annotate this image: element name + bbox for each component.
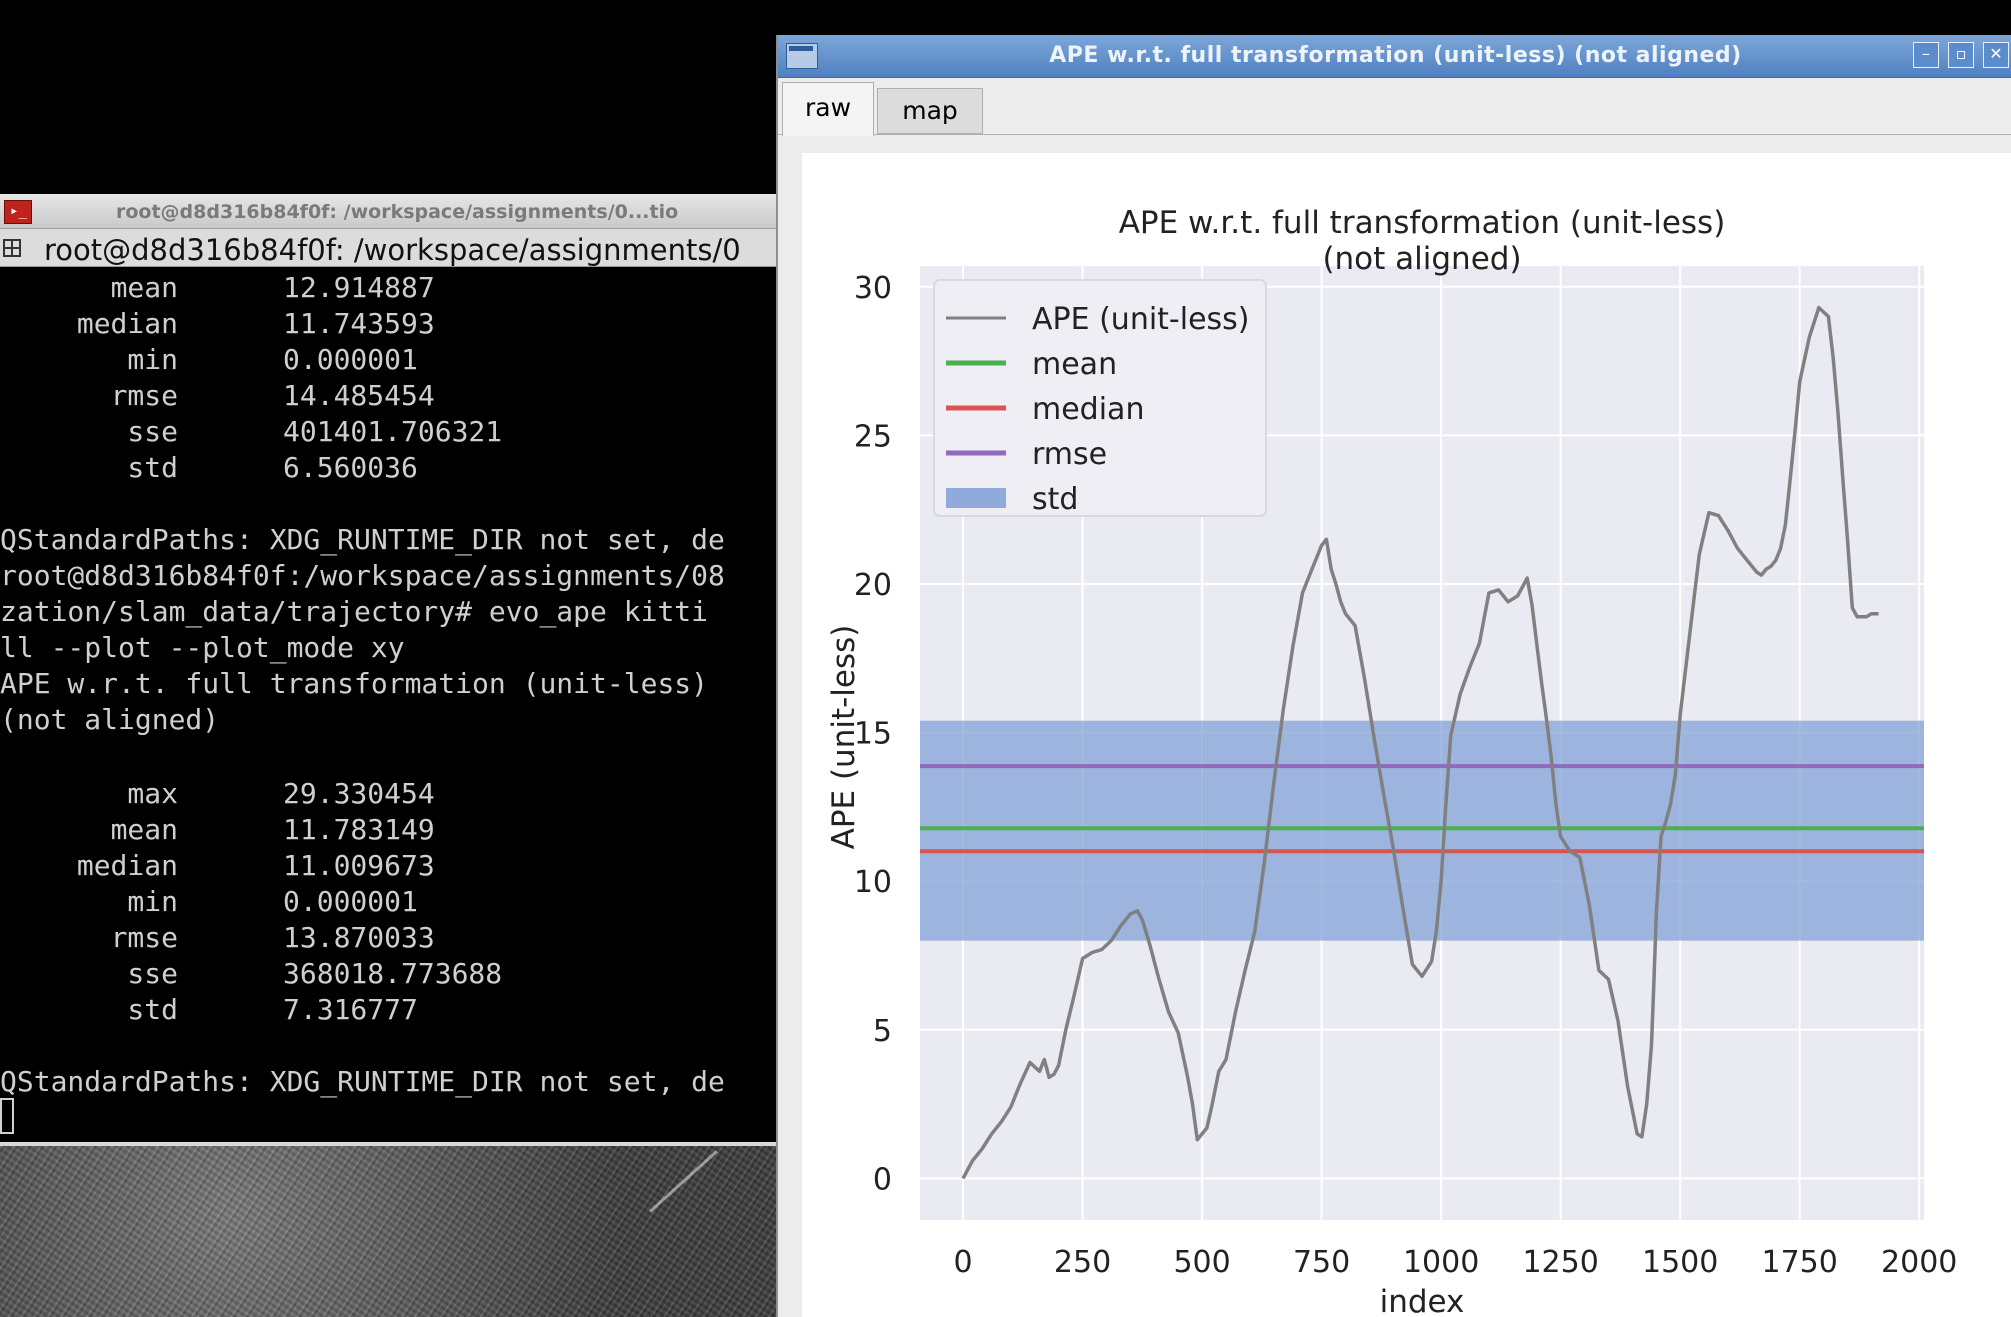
stat-value: 6.560036 [283,451,418,484]
y-tick-label: 20 [854,568,892,603]
y-axis-label: APE (unit-less) [826,625,862,850]
x-tick-label: 750 [1293,1245,1350,1280]
stat-value: 0.000001 [283,343,418,376]
stat-value: 11.009673 [283,849,435,882]
legend-label: APE (unit-less) [1032,302,1250,337]
stat-label: max [127,777,178,810]
stat-label: sse [127,415,178,448]
terminal-line: zation/slam_data/trajectory# evo_ape kit… [0,595,709,628]
terminal-bottom-border [0,1142,778,1146]
x-tick-label: 0 [953,1245,972,1280]
x-tick-label: 1500 [1642,1245,1718,1280]
terminal-line: APE w.r.t. full transformation (unit-les… [0,667,709,700]
stat-label: median [76,849,178,882]
stat-label: rmse [110,379,178,412]
stat-label: median [76,307,178,340]
plot-tab-bar: raw map [778,78,2011,136]
stat-label: sse [127,957,178,990]
terminal-line: QStandardPaths: XDG_RUNTIME_DIR not set,… [0,523,725,556]
stat-value: 401401.706321 [283,415,503,448]
stat-label: std [127,993,178,1026]
terminal-titlebar[interactable]: ▸_ root@d8d316b84f0f: /workspace/assignm… [0,194,778,229]
terminal-tab[interactable]: root@d8d316b84f0f: /workspace/assignment… [0,229,778,267]
terminal-title: root@d8d316b84f0f: /workspace/assignment… [116,201,679,223]
terminal-line: (not aligned) [0,703,220,736]
x-axis-label: index [1380,1284,1465,1317]
stat-value: 11.783149 [283,813,435,846]
plot-window-titlebar[interactable]: APE w.r.t. full transformation (unit-les… [778,35,2011,78]
terminal-cursor [0,1098,14,1134]
legend-label: std [1032,482,1078,517]
chart-title: APE w.r.t. full transformation (unit-les… [1119,205,1726,241]
terminal-line: QStandardPaths: XDG_RUNTIME_DIR not set,… [0,1065,725,1098]
stat-value: 11.743593 [283,307,435,340]
terminal-tab-title: root@d8d316b84f0f: /workspace/assignment… [44,233,741,267]
std-band [920,720,1924,941]
stat-label: mean [110,813,178,846]
terminal-output[interactable]: mean 12.914887 median 11.743593 min 0.00… [0,270,778,1142]
minimize-button[interactable]: – [1913,42,1939,68]
legend-swatch [946,488,1006,508]
plot-canvas: 0 250 500 750 1000 1250 1500 1750 2000 0 5 10 15 20 25… [802,153,2011,1317]
x-tick-label: 500 [1173,1245,1230,1280]
terminal-window[interactable]: ▸_ root@d8d316b84f0f: /workspace/assignm… [0,194,778,1142]
tab-raw[interactable]: raw [782,82,874,136]
tab-map[interactable]: map [877,88,983,134]
stat-value: 7.316777 [283,993,418,1026]
background-image [0,1146,778,1317]
stat-value: 13.870033 [283,921,435,954]
stat-label: mean [110,271,178,304]
y-tick-label: 25 [854,419,892,454]
y-tick-label: 10 [854,865,892,900]
stat-value: 12.914887 [283,271,435,304]
x-tick-label: 1750 [1762,1245,1838,1280]
stat-value: 0.000001 [283,885,418,918]
stat-label: min [127,343,178,376]
plot-window[interactable]: APE w.r.t. full transformation (unit-les… [776,35,2011,1317]
stat-label: rmse [110,921,178,954]
plot-window-title: APE w.r.t. full transformation (unit-les… [1049,43,1742,68]
terminal-line: root@d8d316b84f0f:/workspace/assignments… [0,559,725,592]
legend-label: rmse [1032,437,1107,472]
x-tick-label: 250 [1054,1245,1111,1280]
stat-label: min [127,885,178,918]
maximize-button[interactable]: ▫ [1948,42,1974,68]
ape-chart: 0 250 500 750 1000 1250 1500 1750 20000510152025… [826,205,1957,1317]
stat-value: 14.485454 [283,379,435,412]
y-tick-label: 0 [873,1162,892,1197]
stat-value: 368018.773688 [283,957,503,990]
close-button[interactable]: ✕ [1983,42,2009,68]
x-tick-label: 1000 [1403,1245,1479,1280]
stat-value: 29.330454 [283,777,435,810]
legend-label: mean [1032,347,1117,382]
terminal-app-icon[interactable]: ▸_ [4,200,32,224]
y-tick-label: 5 [873,1014,892,1049]
terminal-line: ll --plot --plot_mode xy [0,631,405,664]
x-tick-label: 2000 [1881,1245,1957,1280]
tab-split-icon[interactable] [3,239,21,257]
chart-subtitle: (not aligned) [1322,241,1521,277]
x-tick-label: 1250 [1522,1245,1598,1280]
stat-label: std [127,451,178,484]
y-tick-label: 30 [854,271,892,306]
legend-label: median [1032,392,1144,427]
